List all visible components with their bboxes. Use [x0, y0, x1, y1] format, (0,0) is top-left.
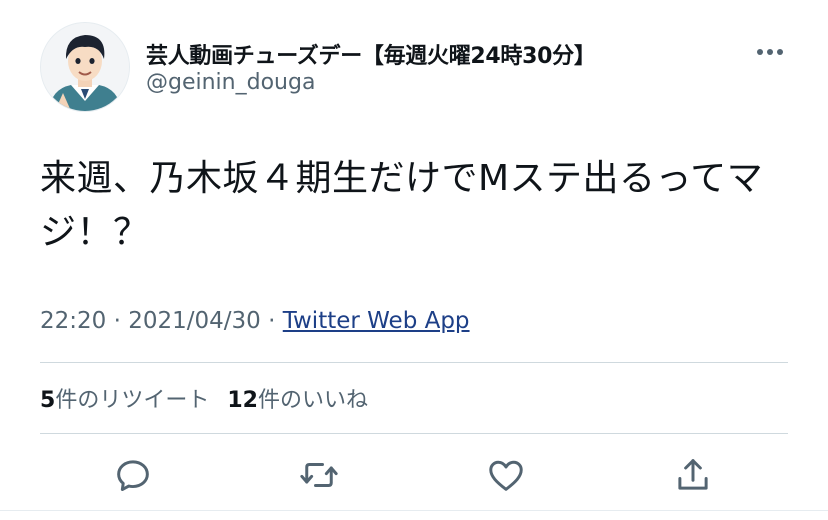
reply-button[interactable]: [112, 454, 154, 496]
avatar-illustration: [41, 23, 129, 111]
retweet-stat[interactable]: 5件のリツイート: [40, 388, 209, 413]
tweet-meta: 22:20 · 2021/04/30 · Twitter Web App: [40, 308, 470, 334]
tweet-date[interactable]: 2021/04/30: [128, 308, 261, 334]
more-icon: [757, 49, 783, 55]
meta-separator: ·: [268, 308, 276, 334]
retweet-label: 件のリツイート: [55, 388, 210, 413]
like-label: 件のいいね: [257, 388, 368, 413]
share-button[interactable]: [672, 454, 714, 496]
reply-icon: [117, 460, 149, 492]
meta-separator: ·: [113, 308, 121, 334]
display-name[interactable]: 芸人動画チューズデー【毎週火曜24時30分】: [146, 38, 596, 70]
like-stat[interactable]: 12件のいいね: [227, 388, 368, 413]
retweet-count: 5: [40, 388, 56, 413]
more-options-button[interactable]: [750, 40, 790, 64]
tweet-stats: 5件のリツイート 12件のいいね: [40, 382, 368, 414]
like-count: 12: [227, 388, 258, 413]
retweet-icon: [300, 463, 338, 487]
heart-icon: [489, 460, 523, 491]
tweet-time[interactable]: 22:20: [40, 308, 106, 334]
divider: [40, 362, 788, 363]
user-handle[interactable]: @geinin_douga: [146, 70, 315, 95]
avatar[interactable]: [40, 22, 130, 112]
tweet-text: 来週、乃木坂４期生だけでMステ出るってマジ！？: [40, 158, 764, 253]
tweet-source-link[interactable]: Twitter Web App: [283, 308, 470, 334]
bottom-edge: [0, 510, 828, 511]
share-icon: [678, 459, 708, 490]
like-button[interactable]: [485, 454, 527, 496]
divider: [40, 433, 788, 434]
retweet-button[interactable]: [298, 454, 340, 496]
